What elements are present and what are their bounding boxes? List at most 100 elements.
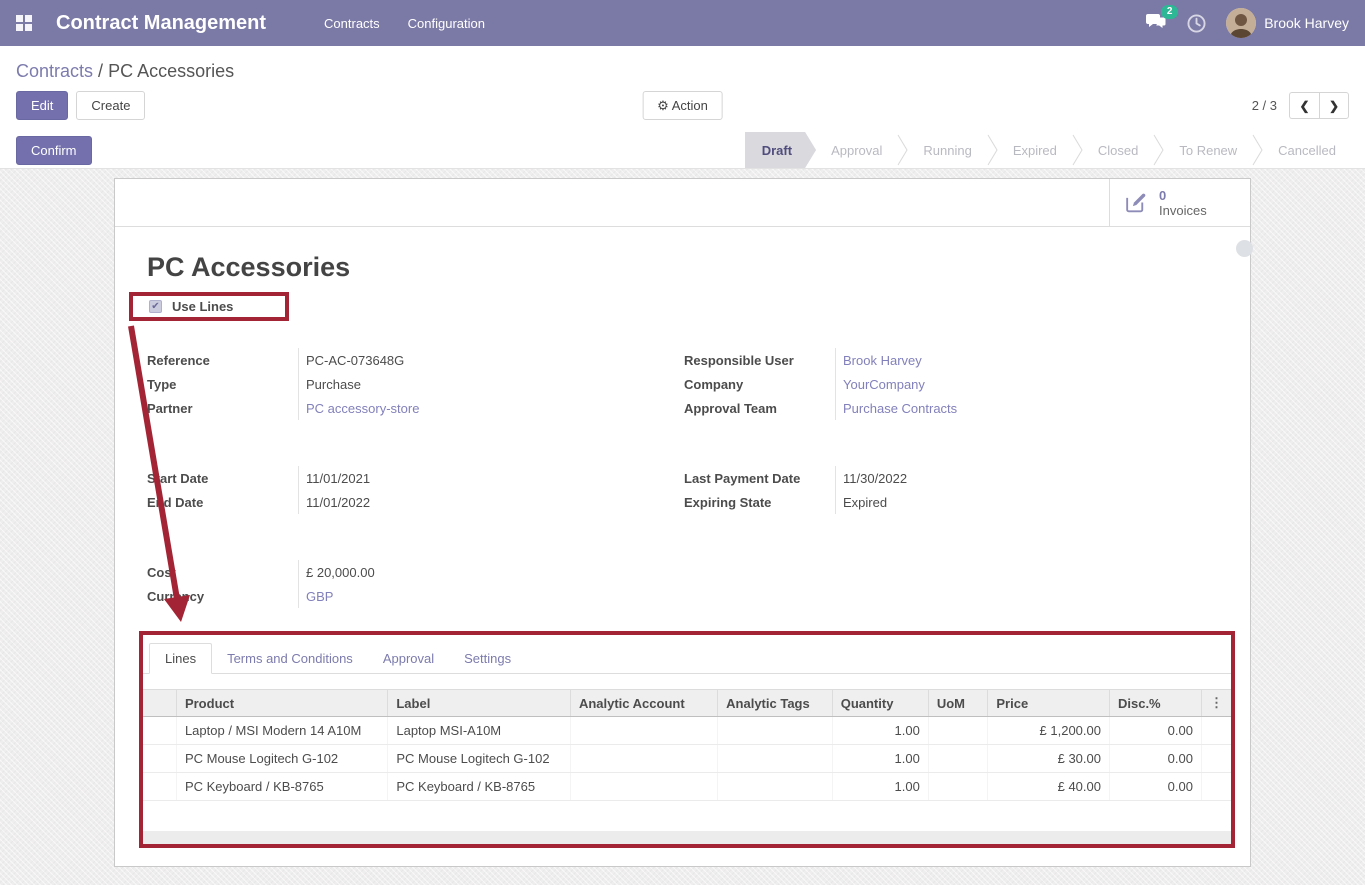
edit-button[interactable]: Edit	[16, 91, 68, 120]
navbar-right: 2 Brook Harvey	[1145, 8, 1349, 38]
table-row[interactable]: PC Keyboard / KB-8765 PC Keyboard / KB-8…	[143, 773, 1231, 801]
step-separator-icon	[987, 132, 998, 168]
row-handle-cell	[143, 773, 176, 801]
gear-icon: ⚙	[657, 98, 669, 113]
field-label: Start Date	[147, 471, 298, 486]
empty-table-row	[143, 801, 1231, 823]
column-header-disc[interactable]: Disc.%	[1109, 690, 1201, 717]
user-name: Brook Harvey	[1264, 15, 1349, 31]
column-header-price[interactable]: Price	[988, 690, 1110, 717]
step-separator-icon	[897, 132, 908, 168]
responsible-user-link[interactable]: Brook Harvey	[843, 353, 922, 368]
field-value: 11/30/2022	[843, 471, 907, 486]
confirm-button[interactable]: Confirm	[16, 136, 92, 165]
partner-link[interactable]: PC accessory-store	[306, 401, 419, 416]
field-value: 11/01/2022	[306, 495, 370, 510]
cell-label: PC Mouse Logitech G-102	[388, 745, 571, 773]
optional-columns-icon[interactable]: ⋮	[1201, 690, 1231, 717]
cell-options	[1201, 745, 1231, 773]
status-step-draft[interactable]: Draft	[745, 132, 816, 168]
create-button[interactable]: Create	[76, 91, 145, 120]
apps-grid-icon[interactable]	[16, 15, 32, 31]
tab-approval[interactable]: Approval	[368, 644, 449, 673]
breadcrumb-contracts-link[interactable]: Contracts	[16, 61, 93, 81]
user-menu[interactable]: Brook Harvey	[1226, 8, 1349, 38]
cell-options	[1201, 773, 1231, 801]
field-value: Expired	[843, 495, 887, 510]
contract-lines-table: Product Label Analytic Account Analytic …	[143, 689, 1231, 823]
pager-previous-button[interactable]: ❮	[1289, 92, 1319, 119]
field-last-payment-date: Last Payment Date 11/30/2022	[684, 466, 1218, 490]
app-brand-title[interactable]: Contract Management	[56, 12, 266, 35]
status-step-expired[interactable]: Expired	[998, 132, 1072, 168]
table-header-row: Product Label Analytic Account Analytic …	[143, 690, 1231, 717]
cost-group: Cost £ 20,000.00 Currency GBP	[147, 560, 1218, 608]
cell-uom	[928, 717, 988, 745]
status-steps: Draft Approval Running Expired Closed To…	[745, 132, 1365, 168]
approval-team-link[interactable]: Purchase Contracts	[843, 401, 957, 416]
messages-count-badge: 2	[1161, 5, 1178, 19]
field-reference: Reference PC-AC-073648G	[147, 348, 684, 372]
currency-link[interactable]: GBP	[306, 589, 333, 604]
cell-product: PC Mouse Logitech G-102	[176, 745, 387, 773]
step-separator-icon	[1153, 132, 1164, 168]
cell-analytic-account	[570, 745, 717, 773]
table-row[interactable]: PC Mouse Logitech G-102 PC Mouse Logitec…	[143, 745, 1231, 773]
nav-menu-contracts[interactable]: Contracts	[324, 12, 380, 35]
column-header-analytic-tags[interactable]: Analytic Tags	[718, 690, 833, 717]
statusbar: Confirm Draft Approval Running Expired C…	[0, 132, 1365, 169]
tab-lines[interactable]: Lines	[149, 643, 212, 674]
breadcrumb-separator: /	[98, 61, 108, 81]
table-row[interactable]: Laptop / MSI Modern 14 A10M Laptop MSI-A…	[143, 717, 1231, 745]
field-label: Company	[684, 377, 835, 392]
action-button[interactable]: ⚙ Action	[642, 91, 723, 120]
column-header-label[interactable]: Label	[388, 690, 571, 717]
info-group: Reference PC-AC-073648G Type Purchase Pa…	[147, 348, 1218, 420]
tab-terms-and-conditions[interactable]: Terms and Conditions	[212, 644, 368, 673]
field-label: Currency	[147, 589, 298, 604]
column-header-uom[interactable]: UoM	[928, 690, 988, 717]
field-end-date: End Date 11/01/2022	[147, 490, 684, 514]
cell-disc: 0.00	[1109, 717, 1201, 745]
status-step-running[interactable]: Running	[908, 132, 986, 168]
cell-analytic-tags	[718, 745, 833, 773]
row-handle-cell	[143, 717, 176, 745]
field-value: Purchase	[306, 377, 361, 392]
activity-clock-icon[interactable]	[1187, 14, 1206, 33]
status-step-approval[interactable]: Approval	[816, 132, 897, 168]
nav-menu-configuration[interactable]: Configuration	[408, 12, 485, 35]
field-label: Responsible User	[684, 353, 835, 368]
cell-analytic-account	[570, 717, 717, 745]
column-header-product[interactable]: Product	[176, 690, 387, 717]
field-cost: Cost £ 20,000.00	[147, 560, 684, 584]
invoices-stat-button[interactable]: 0 Invoices	[1109, 179, 1250, 226]
step-separator-icon	[1072, 132, 1083, 168]
handle-column-header	[143, 690, 176, 717]
field-value: 11/01/2021	[306, 471, 370, 486]
breadcrumb: Contracts / PC Accessories	[0, 46, 1365, 83]
lines-annotation-box: Lines Terms and Conditions Approval Sett…	[139, 631, 1235, 848]
company-link[interactable]: YourCompany	[843, 377, 925, 392]
sheet-header: 0 Invoices	[115, 179, 1250, 227]
field-label: Approval Team	[684, 401, 835, 416]
cell-quantity: 1.00	[832, 717, 928, 745]
cell-analytic-tags	[718, 717, 833, 745]
column-header-analytic-account[interactable]: Analytic Account	[570, 690, 717, 717]
pager-next-button[interactable]: ❯	[1319, 92, 1349, 119]
chevron-left-icon: ❮	[1299, 99, 1309, 113]
column-header-quantity[interactable]: Quantity	[832, 690, 928, 717]
cell-product: Laptop / MSI Modern 14 A10M	[176, 717, 387, 745]
field-label: End Date	[147, 495, 298, 510]
messages-menu[interactable]: 2	[1145, 12, 1167, 35]
field-company: Company YourCompany	[684, 372, 1218, 396]
tab-settings[interactable]: Settings	[449, 644, 526, 673]
use-lines-checkbox[interactable]: ✔	[149, 300, 162, 313]
edit-note-icon	[1122, 190, 1149, 215]
status-step-to-renew[interactable]: To Renew	[1164, 132, 1252, 168]
status-step-cancelled[interactable]: Cancelled	[1263, 132, 1351, 168]
field-responsible-user: Responsible User Brook Harvey	[684, 348, 1218, 372]
user-avatar	[1226, 8, 1256, 38]
status-step-closed[interactable]: Closed	[1083, 132, 1153, 168]
field-partner: Partner PC accessory-store	[147, 396, 684, 420]
breadcrumb-current: PC Accessories	[108, 61, 234, 81]
